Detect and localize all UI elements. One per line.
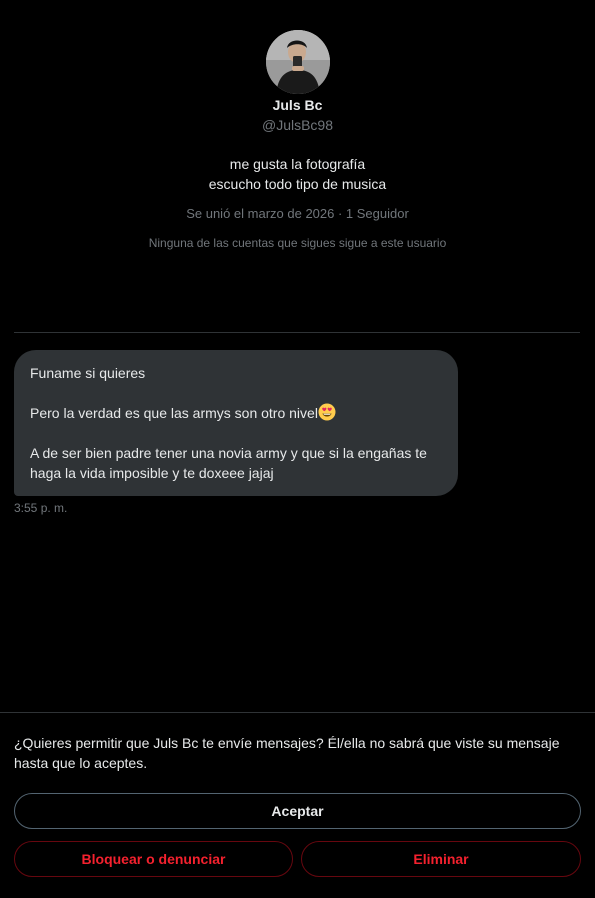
accept-button[interactable]: Aceptar bbox=[14, 793, 581, 829]
username-handle[interactable]: @JulsBc98 bbox=[0, 116, 595, 134]
message-bubble[interactable]: Funame si quieres Pero la verdad es que … bbox=[14, 350, 458, 496]
section-divider bbox=[14, 332, 580, 333]
dm-request-view: Juls Bc @JulsBc98 me gusta la fotografía… bbox=[0, 0, 595, 898]
message-paragraph: Pero la verdad es que las armys son otro… bbox=[30, 403, 442, 423]
message-paragraph: A de ser bien padre tener una novia army… bbox=[30, 445, 427, 481]
message-paragraph: Funame si quieres bbox=[30, 365, 146, 381]
message-timestamp: 3:55 p. m. bbox=[14, 501, 68, 515]
display-name[interactable]: Juls Bc bbox=[0, 96, 595, 114]
block-or-report-button[interactable]: Bloquear o denunciar bbox=[14, 841, 293, 877]
avatar[interactable] bbox=[265, 30, 330, 94]
heart-eyes-emoji-icon bbox=[318, 403, 336, 421]
message-text: Pero la verdad es que las armys son otro… bbox=[30, 405, 318, 421]
profile-header: Juls Bc @JulsBc98 me gusta la fotografía… bbox=[0, 30, 595, 252]
delete-button[interactable]: Eliminar bbox=[301, 841, 581, 877]
bio-line: me gusta la fotografía bbox=[229, 156, 366, 172]
joined-and-followers: Se unió el marzo de 2026 · 1 Seguidor bbox=[186, 206, 409, 221]
message-request-prompt: ¿Quieres permitir que Juls Bc te envíe m… bbox=[14, 735, 560, 771]
mutual-follow-note: Ninguna de las cuentas que sigues sigue … bbox=[148, 236, 447, 250]
profile-bio: me gusta la fotografía escucho todo tipo… bbox=[0, 154, 595, 194]
bio-line: escucho todo tipo de musica bbox=[208, 176, 387, 192]
request-divider bbox=[0, 712, 595, 713]
